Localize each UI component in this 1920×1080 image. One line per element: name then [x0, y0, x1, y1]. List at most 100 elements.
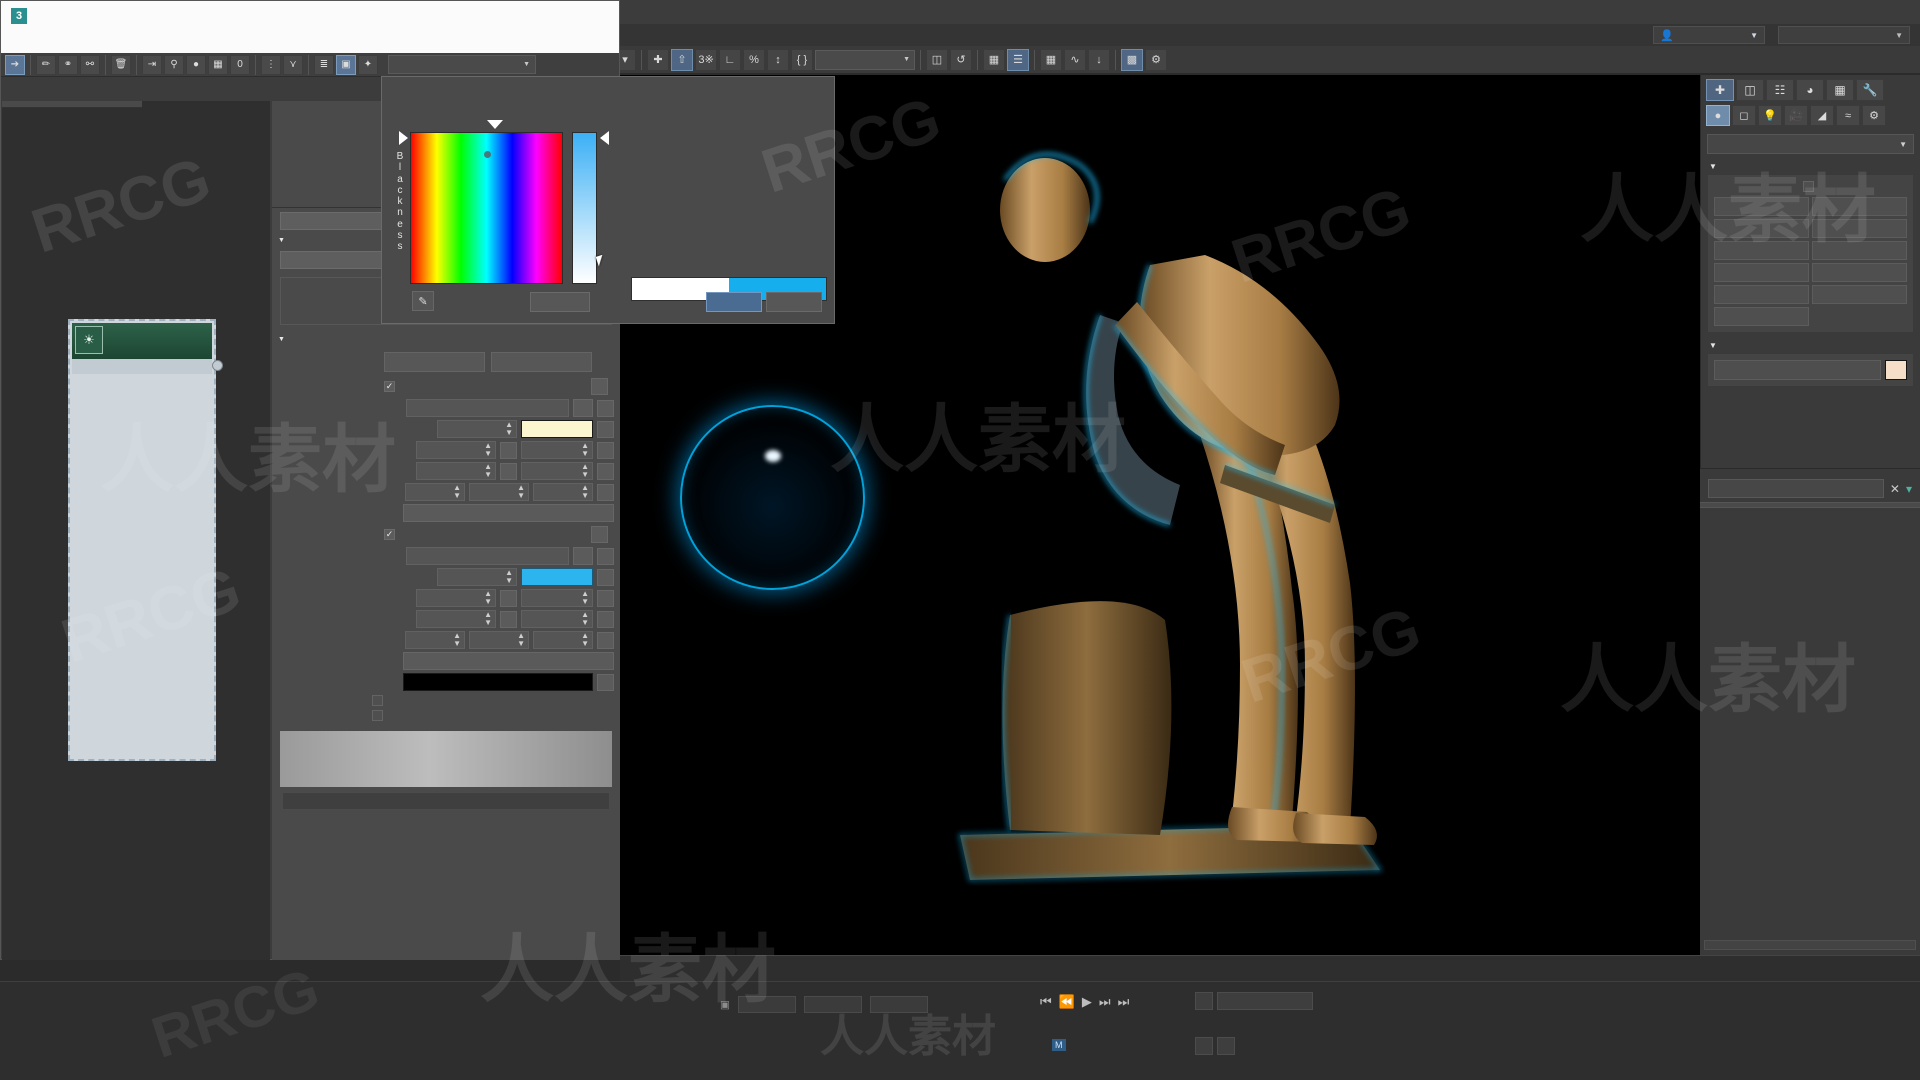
slate-menu-utilities[interactable] [135, 40, 153, 44]
shapes-icon[interactable]: ◻ [1732, 105, 1756, 126]
light1-angle-input[interactable]: ▲ ▼ [416, 462, 496, 480]
textplus-button[interactable] [1714, 307, 1809, 326]
auto-key-button[interactable] [1195, 992, 1213, 1010]
light2-file-browse-button[interactable] [573, 547, 593, 565]
visible-to-camera-row[interactable] [372, 695, 620, 706]
light1-exposure-input[interactable]: ▲ ▼ [437, 420, 517, 438]
light1-pos-map-button[interactable] [597, 483, 614, 501]
light2-pos-map-button[interactable] [597, 631, 614, 649]
spinner-arrows-icon[interactable]: ▲ ▼ [581, 484, 589, 500]
select-by-material-icon[interactable]: ✦ [358, 54, 378, 75]
workspace-select[interactable]: ▼ [1778, 26, 1910, 44]
spinner-arrows-icon[interactable]: ▲ ▼ [453, 632, 461, 648]
additional-light-map-button[interactable] [597, 673, 614, 691]
cylinder-button[interactable] [1714, 241, 1809, 260]
light1-file-browse-button[interactable] [573, 399, 593, 417]
material-node-map1[interactable]: ☀ [68, 319, 223, 761]
light2-exposure-input[interactable]: ▲ ▼ [437, 568, 517, 586]
spinner-arrows-icon[interactable]: ▲ ▼ [484, 590, 492, 606]
light1-enable-checkbox[interactable]: ✓ [384, 381, 395, 392]
light1-size-map-button[interactable] [500, 441, 517, 459]
light1-pos-x-input[interactable]: ▲ ▼ [405, 483, 465, 501]
spinner-arrows-icon[interactable]: ▲ ▼ [581, 463, 589, 479]
node-header[interactable]: ☀ [72, 323, 212, 359]
whiteness-slider[interactable] [572, 132, 597, 284]
spinner-arrows-icon[interactable]: ▲ ▼ [484, 611, 492, 627]
column-name[interactable] [1700, 503, 1854, 507]
layer-explorer-scrollbar[interactable] [1704, 940, 1916, 950]
minimize-icon[interactable] [1812, 0, 1848, 24]
spinner-arrows-icon[interactable]: ▲ ▼ [505, 421, 513, 437]
hue-marker-icon[interactable] [487, 120, 503, 129]
sphere-button[interactable] [1714, 219, 1809, 238]
light2-pos-z-input[interactable]: ▲ ▼ [533, 631, 593, 649]
reset-button[interactable] [530, 292, 590, 312]
light1-file-map-button[interactable] [597, 399, 614, 417]
teapot-button[interactable] [1714, 285, 1809, 304]
light2-pos-y-input[interactable]: ▲ ▼ [469, 631, 529, 649]
light1-aspect-input[interactable]: ▲ ▼ [521, 441, 593, 459]
slate-menu-tools[interactable] [117, 40, 135, 44]
select-object-icon[interactable]: ⇧ [671, 48, 693, 71]
object-name-input[interactable] [1714, 360, 1881, 380]
eyedropper-icon[interactable]: ✎ [412, 291, 434, 311]
light1-enable-row[interactable]: ✓ [384, 378, 620, 395]
spinner-arrows-icon[interactable]: ▲ ▼ [484, 442, 492, 458]
create-tab[interactable]: ✚ [1706, 79, 1734, 101]
add-light-button[interactable] [384, 352, 485, 372]
menu-item-help[interactable] [645, 33, 665, 37]
clear-search-icon[interactable]: ✕ [1890, 482, 1900, 496]
spinner-arrows-icon[interactable]: ▲ ▼ [581, 442, 589, 458]
cone-button[interactable] [1812, 197, 1907, 216]
modify-tab[interactable]: ◫ [1736, 79, 1764, 101]
delete-icon[interactable]: 🗑 [111, 54, 131, 75]
scene-explorer-icon[interactable]: ▦ [983, 48, 1005, 71]
light1-aspect-map-button[interactable] [597, 441, 614, 459]
slate-menu-options[interactable] [99, 40, 117, 44]
close-icon[interactable] [1884, 0, 1920, 24]
layer-explorer-icon[interactable]: ☰ [1007, 48, 1029, 71]
spinner-arrows-icon[interactable]: ▲ ▼ [517, 484, 525, 500]
object-type-header[interactable]: ▼ [1707, 159, 1914, 174]
light2-enable-checkbox[interactable]: ✓ [384, 529, 395, 540]
put-material-to-scene-icon[interactable]: ⚲ [164, 54, 184, 75]
box-button[interactable] [1714, 197, 1809, 216]
named-selection-icon[interactable]: { } [791, 48, 813, 71]
snaps-toggle-icon[interactable]: ↕ [767, 48, 789, 71]
light2-angle-map-button[interactable] [500, 610, 517, 628]
geosphere-button[interactable] [1812, 219, 1907, 238]
light2-helper-button[interactable] [403, 652, 614, 670]
helpers-icon[interactable]: ◢ [1810, 105, 1834, 126]
tube-button[interactable] [1812, 241, 1907, 260]
color-picker-cursor[interactable] [484, 151, 491, 158]
show-background-icon[interactable]: ● [186, 54, 206, 75]
set-key-button[interactable] [1195, 1037, 1213, 1055]
object-color-swatch[interactable] [1885, 360, 1907, 380]
column-render[interactable] [1887, 503, 1920, 507]
apply-as-2d-checkbox[interactable] [372, 710, 383, 721]
slate-close-icon[interactable] [575, 1, 619, 31]
key-filters-button[interactable] [1217, 1037, 1235, 1055]
column-freeze[interactable] [1854, 503, 1887, 507]
visible-to-camera-checkbox[interactable] [372, 695, 383, 706]
light2-enable-map-button[interactable] [591, 526, 608, 543]
curve-editor-icon[interactable]: ∿ [1064, 48, 1086, 71]
spinner-arrows-icon[interactable]: ▲ ▼ [581, 611, 589, 627]
spacewarps-icon[interactable]: ≈ [1836, 105, 1860, 126]
blackness-marker-icon[interactable] [399, 131, 408, 145]
layout-children-icon[interactable]: ⋮ [261, 54, 281, 75]
light1-tint-map-button[interactable] [597, 420, 614, 438]
align-icon[interactable]: ↺ [950, 48, 972, 71]
autogrid-checkbox[interactable] [1802, 181, 1814, 192]
torus-button[interactable] [1714, 263, 1809, 282]
name-and-color-header[interactable]: ▼ [1707, 338, 1914, 353]
assign-material-icon[interactable]: ⚭ [58, 54, 78, 75]
light2-pos-x-input[interactable]: ▲ ▼ [405, 631, 465, 649]
light2-temp-map-button[interactable] [597, 610, 614, 628]
selected-level-select[interactable] [1217, 992, 1313, 1010]
spinner-arrows-icon[interactable]: ▲ ▼ [581, 590, 589, 606]
cameras-icon[interactable]: 🎥 [1784, 105, 1808, 126]
spinner-snap-icon[interactable]: % [743, 48, 765, 71]
plane-button[interactable] [1812, 285, 1907, 304]
systems-icon[interactable]: ⚙ [1862, 105, 1886, 126]
